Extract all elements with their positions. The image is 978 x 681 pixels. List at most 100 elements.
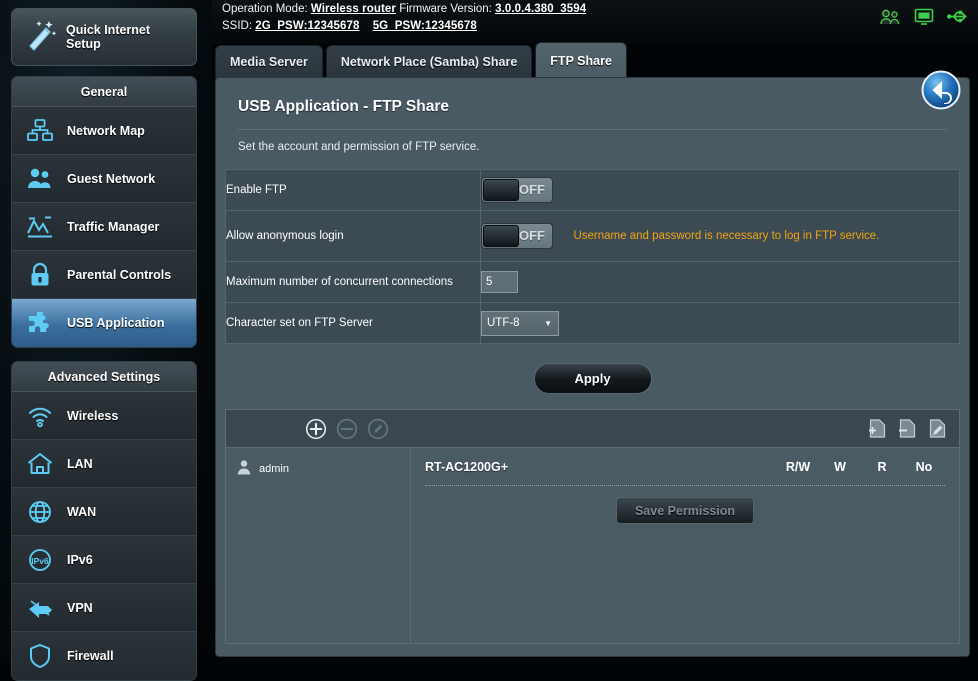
sidebar-section-advanced: Advanced Settings Wireless LAN WAN IPv6 …: [11, 361, 197, 681]
label-enable-ftp: Enable FTP: [225, 169, 481, 211]
sidebar-item-label: VPN: [67, 600, 93, 615]
permission-column-rw: R/W: [785, 460, 811, 474]
form-row-enable-ftp: Enable FTP OFF: [225, 169, 960, 211]
character-set-select[interactable]: UTF-8 ▼: [481, 310, 559, 336]
toggle-knob: [483, 179, 519, 201]
ssid-2g-value[interactable]: 2G_PSW:12345678: [255, 20, 359, 32]
edit-user-icon[interactable]: [367, 418, 389, 440]
account-toolbar: [226, 410, 959, 448]
sidebar-item-label: USB Application: [67, 316, 165, 330]
sidebar-item-wireless[interactable]: Wireless: [12, 392, 196, 440]
lock-icon: [25, 262, 55, 288]
sidebar-heading-advanced: Advanced Settings: [12, 362, 196, 392]
sidebar-item-firewall[interactable]: Firewall: [12, 632, 196, 680]
anonymous-login-hint: Username and password is necessary to lo…: [573, 230, 880, 242]
form-row-anonymous-login: Allow anonymous login OFF Username and p…: [225, 210, 960, 262]
usb-icon[interactable]: [946, 7, 970, 26]
globe-icon: [25, 499, 55, 525]
sidebar-item-network-map[interactable]: Network Map: [12, 107, 196, 155]
list-item[interactable]: admin: [226, 458, 410, 480]
account-list: admin: [226, 448, 411, 644]
tab-media-server[interactable]: Media Server: [215, 45, 323, 78]
sidebar-item-guest-network[interactable]: Guest Network: [12, 155, 196, 203]
ftp-settings-table: Enable FTP OFF Allow anonymous login OFF…: [225, 169, 960, 344]
operation-mode-value[interactable]: Wireless router: [311, 3, 396, 15]
panel-header: USB Application - FTP Share: [216, 70, 969, 130]
permission-column-w: W: [834, 460, 846, 474]
save-permission-button[interactable]: Save Permission: [615, 497, 755, 524]
permission-divider: [425, 485, 945, 486]
sidebar-item-wan[interactable]: WAN: [12, 488, 196, 536]
guest-network-icon: [25, 166, 55, 192]
quick-internet-setup-button[interactable]: Quick Internet Setup: [11, 8, 197, 66]
sidebar-item-ipv6[interactable]: IPv6 IPv6: [12, 536, 196, 584]
sidebar-item-label: Guest Network: [67, 171, 156, 186]
label-max-connections: Maximum number of concurrent connections: [225, 261, 481, 303]
remove-folder-icon[interactable]: [897, 418, 918, 439]
svg-text:IPv6: IPv6: [31, 556, 49, 566]
tab-ftp-share[interactable]: FTP Share: [535, 42, 627, 78]
ipv6-icon: IPv6: [25, 547, 55, 573]
user-avatar-icon: [236, 459, 252, 480]
account-body: admin RT-AC1200G+ R/W W R No Save Permis…: [226, 448, 959, 644]
label-allow-anonymous-login: Allow anonymous login: [225, 210, 481, 262]
magic-wand-icon: [24, 18, 58, 57]
sidebar-item-lan[interactable]: LAN: [12, 440, 196, 488]
header-icon-group: [880, 7, 970, 26]
puzzle-icon: [25, 310, 55, 336]
max-connections-input[interactable]: [481, 271, 518, 293]
add-folder-icon[interactable]: [867, 418, 888, 439]
operation-mode-label: Operation Mode:: [222, 3, 308, 15]
main-content-panel: USB Application - FTP Share Set the acco…: [215, 70, 970, 657]
tab-bar: Media Server Network Place (Samba) Share…: [215, 42, 630, 78]
sidebar-item-parental-controls[interactable]: Parental Controls: [12, 251, 196, 299]
add-user-icon[interactable]: [305, 418, 327, 440]
ftp-account-panel: admin RT-AC1200G+ R/W W R No Save Permis…: [225, 409, 960, 644]
permission-column-r: R: [877, 460, 887, 474]
tab-network-place-samba-share[interactable]: Network Place (Samba) Share: [325, 45, 533, 78]
sidebar-section-general: General Network Map Guest Network Traffi…: [11, 76, 197, 348]
sidebar-item-label: WAN: [67, 504, 97, 519]
back-arrow-icon[interactable]: [921, 70, 961, 110]
router-info: Operation Mode: Wireless router Firmware…: [222, 2, 586, 34]
anonymous-login-toggle[interactable]: OFF: [481, 223, 553, 249]
label-character-set: Character set on FTP Server: [225, 302, 481, 344]
device-name: RT-AC1200G+: [425, 460, 509, 474]
quick-internet-setup-label: Quick Internet Setup: [66, 23, 151, 51]
sidebar-item-label: LAN: [67, 456, 93, 471]
sidebar-item-label: Traffic Manager: [67, 219, 160, 234]
traffic-manager-icon: [25, 214, 55, 240]
sidebar-item-label: Parental Controls: [67, 267, 172, 282]
enable-ftp-toggle-state: OFF: [519, 182, 545, 197]
ssid-5g-value[interactable]: 5G_PSW:12345678: [373, 20, 477, 32]
permission-area: RT-AC1200G+ R/W W R No Save Permission: [411, 448, 959, 644]
sidebar-item-label: IPv6: [67, 552, 93, 567]
toggle-knob: [483, 225, 519, 247]
page-description: Set the account and permission of FTP se…: [238, 141, 480, 153]
list-item-label: admin: [259, 463, 289, 475]
character-set-value: UTF-8: [487, 317, 520, 329]
account-action-icons: [305, 418, 389, 440]
firmware-value[interactable]: 3.0.0.4.380_3594: [495, 3, 586, 15]
sidebar-item-label: Firewall: [67, 649, 114, 663]
wifi-icon: [25, 403, 55, 429]
permission-columns: R/W W R No: [777, 460, 945, 474]
rename-folder-icon[interactable]: [927, 418, 948, 439]
shield-icon: [25, 643, 55, 669]
sidebar-item-usb-application[interactable]: USB Application: [12, 299, 196, 347]
title-divider: [238, 129, 947, 130]
save-permission-row: Save Permission: [425, 497, 945, 524]
ssid-label: SSID:: [222, 19, 253, 32]
enable-ftp-toggle[interactable]: OFF: [481, 177, 553, 203]
sidebar-item-traffic-manager[interactable]: Traffic Manager: [12, 203, 196, 251]
remove-user-icon[interactable]: [336, 418, 358, 440]
apply-button-row: Apply: [216, 363, 969, 394]
clients-icon[interactable]: [880, 8, 902, 26]
monitor-icon[interactable]: [913, 7, 935, 26]
apply-button[interactable]: Apply: [533, 363, 652, 394]
sidebar-heading-general: General: [12, 77, 196, 107]
sidebar-item-vpn[interactable]: VPN: [12, 584, 196, 632]
anonymous-login-toggle-state: OFF: [519, 228, 545, 243]
sidebar: Quick Internet Setup General Network Map…: [0, 0, 212, 681]
sidebar-item-label: Wireless: [67, 408, 119, 423]
